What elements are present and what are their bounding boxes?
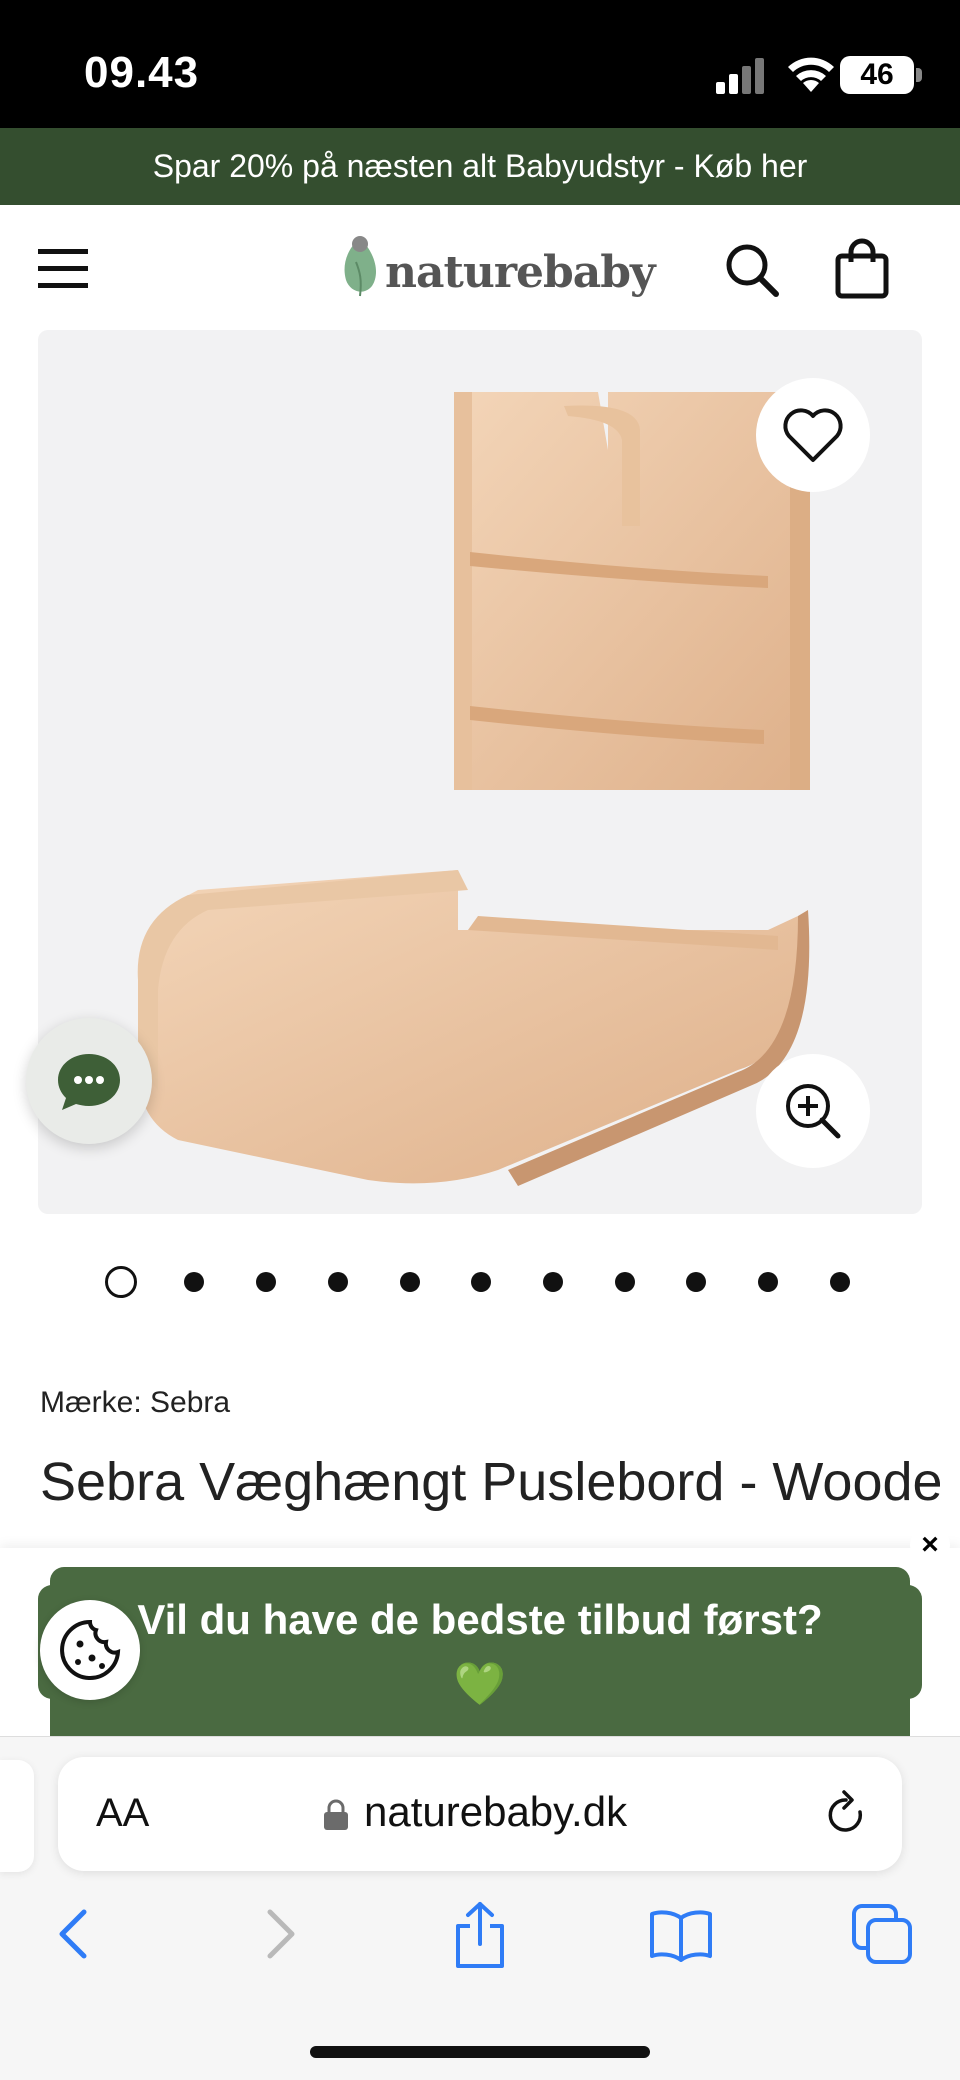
wifi-icon: [788, 57, 834, 92]
home-indicator: [310, 2046, 650, 2058]
product-title: Sebra Væghængt Puslebord - Wooden Editio…: [40, 1452, 940, 1512]
back-arrow-icon[interactable]: [52, 1906, 96, 1962]
chat-bubble-icon: [58, 1054, 120, 1110]
popup-close-button[interactable]: ×: [910, 1525, 950, 1565]
chat-button[interactable]: [26, 1018, 152, 1144]
promo-banner[interactable]: Spar 20% på næsten alt Babyudstyr - Køb …: [0, 128, 960, 205]
url-text[interactable]: naturebaby.dk: [364, 1788, 627, 1836]
battery-indicator: 46: [840, 56, 914, 94]
cookie-icon: [60, 1619, 121, 1680]
popup-headline: Vil du have de bedste tilbud først?: [137, 1596, 823, 1643]
carousel-dot-2[interactable]: [184, 1272, 204, 1292]
text-size-button[interactable]: AA: [96, 1791, 149, 1836]
zoom-button[interactable]: [756, 1054, 870, 1168]
logo[interactable]: naturebaby: [385, 247, 656, 298]
cellular-signal-icon: [716, 58, 764, 94]
carousel-dot-9[interactable]: [686, 1272, 706, 1292]
popup-message[interactable]: Vil du have de bedste tilbud først? 💚: [50, 1588, 910, 1716]
shopping-bag-icon[interactable]: [834, 238, 890, 300]
tabs-icon[interactable]: [850, 1902, 914, 1966]
bookmarks-icon[interactable]: [648, 1906, 714, 1962]
wishlist-button[interactable]: [756, 378, 870, 492]
reload-icon[interactable]: [822, 1790, 870, 1840]
carousel-dot-7[interactable]: [543, 1272, 563, 1292]
heart-icon: [783, 408, 843, 462]
carousel-dot-4[interactable]: [328, 1272, 348, 1292]
carousel-dot-10[interactable]: [758, 1272, 778, 1292]
hamburger-menu-icon[interactable]: [36, 245, 92, 293]
product-brand[interactable]: Mærke: Sebra: [40, 1386, 230, 1420]
status-time: 09.43: [84, 48, 200, 97]
share-icon[interactable]: [450, 1900, 510, 1970]
carousel-dot-3[interactable]: [256, 1272, 276, 1292]
lock-icon: [324, 1799, 348, 1830]
carousel-dot-6[interactable]: [471, 1272, 491, 1292]
forward-arrow-icon[interactable]: [258, 1906, 302, 1962]
search-icon[interactable]: [722, 240, 782, 300]
green-heart-emoji: 💚: [453, 1660, 507, 1707]
previous-tab-edge[interactable]: [0, 1760, 34, 1872]
carousel-dot-1[interactable]: [105, 1266, 137, 1298]
carousel-dot-8[interactable]: [615, 1272, 635, 1292]
cookie-settings-button[interactable]: [40, 1600, 140, 1700]
carousel-dot-11[interactable]: [830, 1272, 850, 1292]
carousel-dot-5[interactable]: [400, 1272, 420, 1292]
zoom-in-icon: [786, 1084, 841, 1139]
logo-leaf-icon: [344, 236, 376, 297]
battery-tip: [916, 68, 922, 82]
